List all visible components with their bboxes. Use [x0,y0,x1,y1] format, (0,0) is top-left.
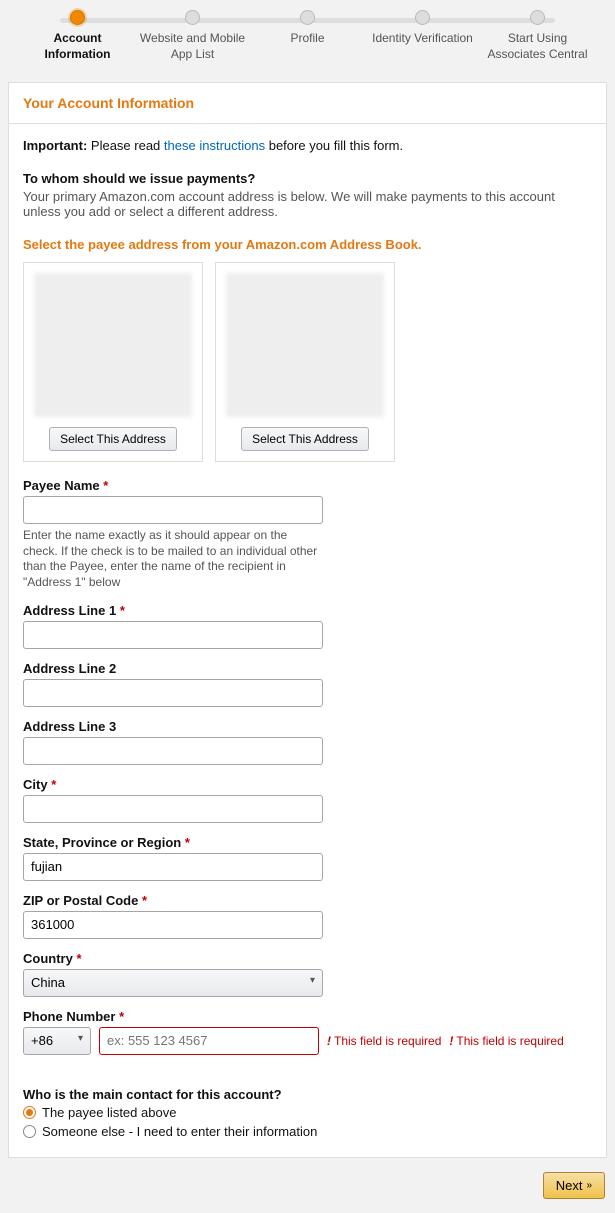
step-website-list: Website and Mobile App List [135,10,250,62]
address1-input[interactable] [23,621,323,649]
address2-input[interactable] [23,679,323,707]
address1-label: Address Line 1 * [23,603,592,618]
payments-desc: Your primary Amazon.com account address … [23,189,592,219]
address2-label: Address Line 2 [23,661,592,676]
progress-stepper: Account Information Website and Mobile A… [0,0,615,82]
address-card: Select This Address [23,262,203,462]
important-label: Important: [23,138,87,153]
important-note: Important: Please read these instruction… [23,138,592,153]
select-address-button[interactable]: Select This Address [241,427,369,451]
phone-error: ! This field is required [327,1034,441,1048]
address3-input[interactable] [23,737,323,765]
address-blurred-content [226,273,384,417]
address3-label: Address Line 3 [23,719,592,734]
city-input[interactable] [23,795,323,823]
step-circle-icon [300,10,315,25]
step-start-using: Start Using Associates Central [480,10,595,62]
country-select[interactable]: China [23,969,323,997]
state-label: State, Province or Region * [23,835,592,850]
state-input[interactable] [23,853,323,881]
main-contact-question: Who is the main contact for this account… [23,1087,592,1102]
payee-name-help: Enter the name exactly as it should appe… [23,528,323,590]
zip-label: ZIP or Postal Code * [23,893,592,908]
warning-icon: ! [449,1034,453,1048]
step-circle-icon [415,10,430,25]
radio-icon [23,1106,36,1119]
step-circle-icon [70,10,85,25]
chevron-right-icon: » [586,1180,592,1191]
zip-input[interactable] [23,911,323,939]
step-account-info: Account Information [20,10,135,62]
country-label: Country * [23,951,592,966]
instructions-link[interactable]: these instructions [164,138,265,153]
payments-question: To whom should we issue payments? [23,171,592,186]
address-cards: Select This Address Select This Address [23,262,592,462]
account-info-panel: Your Account Information Important: Plea… [8,82,607,1157]
footer: Next » [0,1158,615,1213]
step-profile: Profile [250,10,365,62]
warning-icon: ! [327,1034,331,1048]
address-blurred-content [34,273,192,417]
address-book-heading: Select the payee address from your Amazo… [23,237,592,252]
panel-title: Your Account Information [9,83,606,124]
phone-error: ! This field is required [449,1034,563,1048]
contact-option-someone-else[interactable]: Someone else - I need to enter their inf… [23,1124,592,1139]
phone-input[interactable] [99,1027,319,1055]
step-identity-verification: Identity Verification [365,10,480,62]
step-circle-icon [530,10,545,25]
payee-name-label: Payee Name * [23,478,592,493]
radio-icon [23,1125,36,1138]
phone-label: Phone Number * [23,1009,592,1024]
payee-name-input[interactable] [23,496,323,524]
next-button[interactable]: Next » [543,1172,605,1199]
step-circle-icon [185,10,200,25]
contact-option-payee[interactable]: The payee listed above [23,1105,592,1120]
city-label: City * [23,777,592,792]
select-address-button[interactable]: Select This Address [49,427,177,451]
phone-country-code-select[interactable]: +86 [23,1027,91,1055]
address-card: Select This Address [215,262,395,462]
